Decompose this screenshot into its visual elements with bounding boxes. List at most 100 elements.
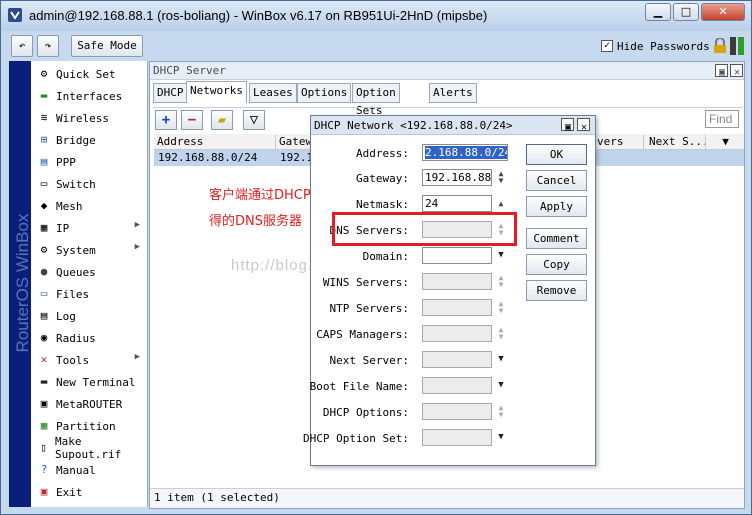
wins-servers-spin-icon[interactable]: ▲ ▼ (496, 274, 506, 289)
tools-icon: ✕ (40, 353, 48, 366)
column-next-server[interactable]: Next S... (646, 135, 706, 150)
domain-field[interactable] (422, 247, 492, 264)
maximize-icon: □ (680, 5, 692, 18)
bridge-icon: ⊞ (40, 133, 48, 146)
sidebar-item-label: IP (56, 221, 70, 235)
add-button[interactable]: + (155, 110, 177, 130)
sidebar-item-tools[interactable]: ✕ Tools ▶ (31, 349, 148, 371)
caps-managers-label: CAPS Managers: (316, 328, 409, 341)
undo-button[interactable]: ↶ (11, 35, 33, 57)
wins-servers-field[interactable] (422, 273, 492, 290)
sidebar-item-wireless[interactable]: ≋ Wireless (31, 107, 148, 129)
redo-button[interactable]: ↷ (37, 35, 59, 57)
sidebar-item-queues[interactable]: ● Queues (31, 261, 148, 283)
cancel-button[interactable]: Cancel (526, 170, 587, 191)
submenu-arrow-icon: ▶ (134, 242, 140, 252)
tab-leases[interactable]: Leases (249, 83, 297, 103)
winbox-window: admin@192.168.88.1 (ros-boliang) - WinBo… (0, 0, 752, 515)
sidebar-item-label: Mesh (56, 199, 83, 213)
window-title: admin@192.168.88.1 (ros-boliang) - WinBo… (29, 8, 488, 23)
column-address[interactable]: Address (154, 135, 276, 150)
safe-mode-button[interactable]: Safe Mode (71, 35, 143, 57)
filter-button[interactable]: ▽ (243, 110, 265, 130)
netmask-spin-icon[interactable]: ▲ (496, 200, 506, 208)
dhcp-options-label: DHCP Options: (322, 406, 409, 419)
dhcp-options-spin-icon[interactable]: ▲ ▼ (496, 404, 506, 419)
tab-option-sets[interactable]: Option Sets (352, 83, 400, 117)
hide-passwords-toggle[interactable]: ✓ Hide Passwords (601, 38, 710, 54)
copy-button[interactable]: Copy (526, 254, 587, 275)
sidebar-item-label: Tools (56, 353, 90, 367)
dhcp-option-set-dropdown-icon[interactable]: ▼ (496, 432, 506, 442)
minimize-button[interactable]: ▁ (645, 3, 671, 21)
remove-button[interactable]: Remove (526, 280, 587, 301)
sidebar-item-mesh[interactable]: ◆ Mesh (31, 195, 148, 217)
tab-networks[interactable]: Networks (186, 81, 247, 103)
panel-title: DHCP Server (153, 64, 226, 77)
dhcp-options-field[interactable] (422, 403, 492, 420)
sidebar-item-manual[interactable]: ? Manual (31, 459, 148, 481)
sidebar-item-switch[interactable]: ▭ Switch (31, 173, 148, 195)
dialog-close-button[interactable]: ✕ (577, 118, 590, 133)
sidebar-item-exit[interactable]: ▣ Exit (31, 481, 148, 503)
sidebar-item-make-supout[interactable]: ▯ Make Supout.rif (31, 435, 148, 461)
manual-icon: ? (40, 463, 48, 476)
plus-icon: + (161, 112, 171, 128)
sidebar-item-partition[interactable]: ▦ Partition (31, 415, 148, 437)
close-icon: ✕ (718, 5, 728, 18)
switch-icon: ▭ (40, 177, 48, 190)
dialog-restore-button[interactable]: ▣ (561, 118, 574, 133)
panel-restore-button[interactable]: ▣ (715, 64, 728, 78)
sidebar-item-system[interactable]: ⚙ System ▶ (31, 239, 148, 261)
sidebar-item-ip[interactable]: ▦ IP ▶ (31, 217, 148, 239)
next-server-dropdown-icon[interactable]: ▼ (496, 354, 506, 364)
panel-close-button[interactable]: ✕ (730, 64, 743, 78)
mesh-icon: ◆ (40, 199, 48, 212)
gateway-spin-icon[interactable]: ▲ ▼ (496, 170, 506, 185)
minimize-icon: ▁ (653, 5, 663, 18)
address-field[interactable]: 2.168.88.0/24 (422, 144, 508, 161)
sidebar-item-label: Queues (56, 265, 96, 279)
find-input[interactable]: Find (705, 110, 739, 128)
sidebar-item-metarouter[interactable]: ▣ MetaROUTER (31, 393, 148, 415)
comment-button[interactable]: Comment (526, 228, 587, 249)
next-server-field[interactable] (422, 351, 492, 368)
sidebar-item-interfaces[interactable]: ▬ Interfaces (31, 85, 148, 107)
close-button[interactable]: ✕ (701, 3, 745, 21)
boot-file-name-dropdown-icon[interactable]: ▼ (496, 380, 506, 390)
comment-button[interactable]: ▰ (211, 110, 233, 130)
sidebar-item-new-terminal[interactable]: ▬ New Terminal (31, 371, 148, 393)
address-value: 2.168.88.0/24 (425, 146, 507, 159)
tab-alerts[interactable]: Alerts (429, 83, 477, 103)
caps-managers-field[interactable] (422, 325, 492, 342)
ok-button[interactable]: OK (526, 144, 587, 165)
sidebar-item-radius[interactable]: ◉ Radius (31, 327, 148, 349)
sidebar-item-ppp[interactable]: ▤ PPP (31, 151, 148, 173)
gateway-field[interactable]: 192.168.88. (422, 169, 492, 186)
column-menu-dropdown[interactable]: ▼ (706, 135, 742, 150)
dhcp-option-set-field[interactable] (422, 429, 492, 446)
column-dns-servers[interactable]: vers (594, 135, 644, 150)
boot-file-name-label: Boot File Name: (309, 380, 409, 393)
maximize-button[interactable]: □ (673, 3, 699, 21)
close-icon: ✕ (581, 122, 588, 133)
filter-icon: ▽ (249, 112, 259, 128)
sidebar-item-quick-set[interactable]: ⚙ Quick Set (31, 63, 148, 85)
tab-dhcp[interactable]: DHCP (153, 83, 188, 103)
apply-button[interactable]: Apply (526, 196, 587, 217)
sidebar-item-bridge[interactable]: ⊞ Bridge (31, 129, 148, 151)
sidebar-item-label: Wireless (56, 111, 109, 125)
domain-dropdown-icon[interactable]: ▼ (496, 250, 506, 260)
netmask-field[interactable]: 24 (422, 195, 492, 212)
sidebar-item-log[interactable]: ▤ Log (31, 305, 148, 327)
ntp-servers-spin-icon[interactable]: ▲ ▼ (496, 300, 506, 315)
remove-button[interactable]: − (181, 110, 203, 130)
hide-passwords-checkbox[interactable]: ✓ (601, 40, 613, 52)
netmask-label: Netmask: (356, 198, 409, 211)
tab-options[interactable]: Options (297, 83, 352, 103)
boot-file-name-field[interactable] (422, 377, 492, 394)
ntp-servers-field[interactable] (422, 299, 492, 316)
sidebar-item-files[interactable]: ▭ Files (31, 283, 148, 305)
sidebar-item-label: System (56, 243, 96, 257)
caps-managers-spin-icon[interactable]: ▲ ▼ (496, 326, 506, 341)
